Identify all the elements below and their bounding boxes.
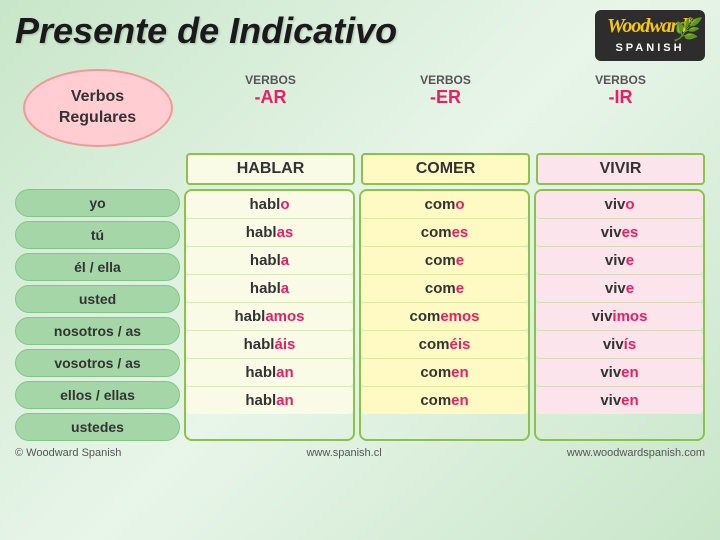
logo-sub: SPANISH bbox=[615, 42, 684, 54]
pronoun-yo: yo bbox=[15, 189, 180, 217]
footer: © Woodward Spanish www.spanish.cl www.wo… bbox=[15, 447, 705, 459]
col-header-ar: VERBOS -AR bbox=[186, 69, 355, 147]
er-ustedes: comen bbox=[361, 387, 528, 414]
logo-box: Woodward® 🌿 SPANISH bbox=[595, 10, 705, 61]
col-header-er: VERBOS -ER bbox=[361, 69, 530, 147]
pronoun-tu: tú bbox=[15, 221, 180, 249]
er-nosotros: comemos bbox=[361, 303, 528, 331]
footer-left: © Woodward Spanish bbox=[15, 447, 121, 459]
ar-ustedes: hablan bbox=[186, 387, 353, 414]
ar-usted: habla bbox=[186, 275, 353, 303]
leaf-icon: 🌿 bbox=[672, 17, 698, 43]
er-vosotros: coméis bbox=[361, 331, 528, 359]
ar-conjugations: hablo hablas habla habla hablamos hablái… bbox=[184, 189, 355, 441]
er-ellos: comen bbox=[361, 359, 528, 387]
ir-conjugations: vivo vives vive vive vivimos vivís viven… bbox=[534, 189, 705, 441]
verb-name-vivir: VIVIR bbox=[536, 153, 705, 185]
pronoun-ustedes: ustedes bbox=[15, 413, 180, 441]
ar-yo: hablo bbox=[186, 191, 353, 219]
ir-usted: vive bbox=[536, 275, 703, 303]
ir-vosotros: vivís bbox=[536, 331, 703, 359]
verb-name-comer: COMER bbox=[361, 153, 530, 185]
verbos-regulares-cell: Verbos Regulares bbox=[15, 69, 180, 147]
ir-nosotros: vivimos bbox=[536, 303, 703, 331]
pronoun-vosotros: vosotros / as bbox=[15, 349, 180, 377]
verb-name-hablar: HABLAR bbox=[186, 153, 355, 185]
ar-el: habla bbox=[186, 247, 353, 275]
er-usted: come bbox=[361, 275, 528, 303]
header: Presente de Indicativo Woodward® 🌿 SPANI… bbox=[15, 10, 705, 61]
ir-el: vive bbox=[536, 247, 703, 275]
er-yo: como bbox=[361, 191, 528, 219]
col-header-ir: VERBOS -IR bbox=[536, 69, 705, 147]
ar-vosotros: habláis bbox=[186, 331, 353, 359]
ir-ellos: viven bbox=[536, 359, 703, 387]
footer-right: www.woodwardspanish.com bbox=[567, 447, 705, 459]
table-layout: Verbos Regulares VERBOS -AR VERBOS -ER V… bbox=[15, 69, 705, 185]
pronoun-ellos: ellos / ellas bbox=[15, 381, 180, 409]
ir-tu: vives bbox=[536, 219, 703, 247]
ar-tu: hablas bbox=[186, 219, 353, 247]
er-conjugations: como comes come come comemos coméis come… bbox=[359, 189, 530, 441]
page-title: Presente de Indicativo bbox=[15, 10, 397, 52]
logo-brand: Woodward® 🌿 bbox=[607, 15, 693, 37]
main-container: Presente de Indicativo Woodward® 🌿 SPANI… bbox=[0, 0, 720, 540]
pronoun-el: él / ella bbox=[15, 253, 180, 281]
verbos-regulares-label: Verbos Regulares bbox=[59, 87, 136, 129]
ar-nosotros: hablamos bbox=[186, 303, 353, 331]
pronoun-usted: usted bbox=[15, 285, 180, 313]
ir-yo: vivo bbox=[536, 191, 703, 219]
ar-ellos: hablan bbox=[186, 359, 353, 387]
verbos-regulares-oval: Verbos Regulares bbox=[23, 69, 173, 147]
logo-inner: Woodward® 🌿 SPANISH bbox=[607, 15, 693, 56]
pronoun-column: yo tú él / ella usted nosotros / as voso… bbox=[15, 189, 180, 441]
conjugation-table: yo tú él / ella usted nosotros / as voso… bbox=[15, 189, 705, 441]
verb-name-empty bbox=[15, 153, 180, 185]
er-tu: comes bbox=[361, 219, 528, 247]
er-el: come bbox=[361, 247, 528, 275]
footer-center: www.spanish.cl bbox=[306, 447, 381, 459]
ir-ustedes: viven bbox=[536, 387, 703, 414]
pronoun-nosotros: nosotros / as bbox=[15, 317, 180, 345]
